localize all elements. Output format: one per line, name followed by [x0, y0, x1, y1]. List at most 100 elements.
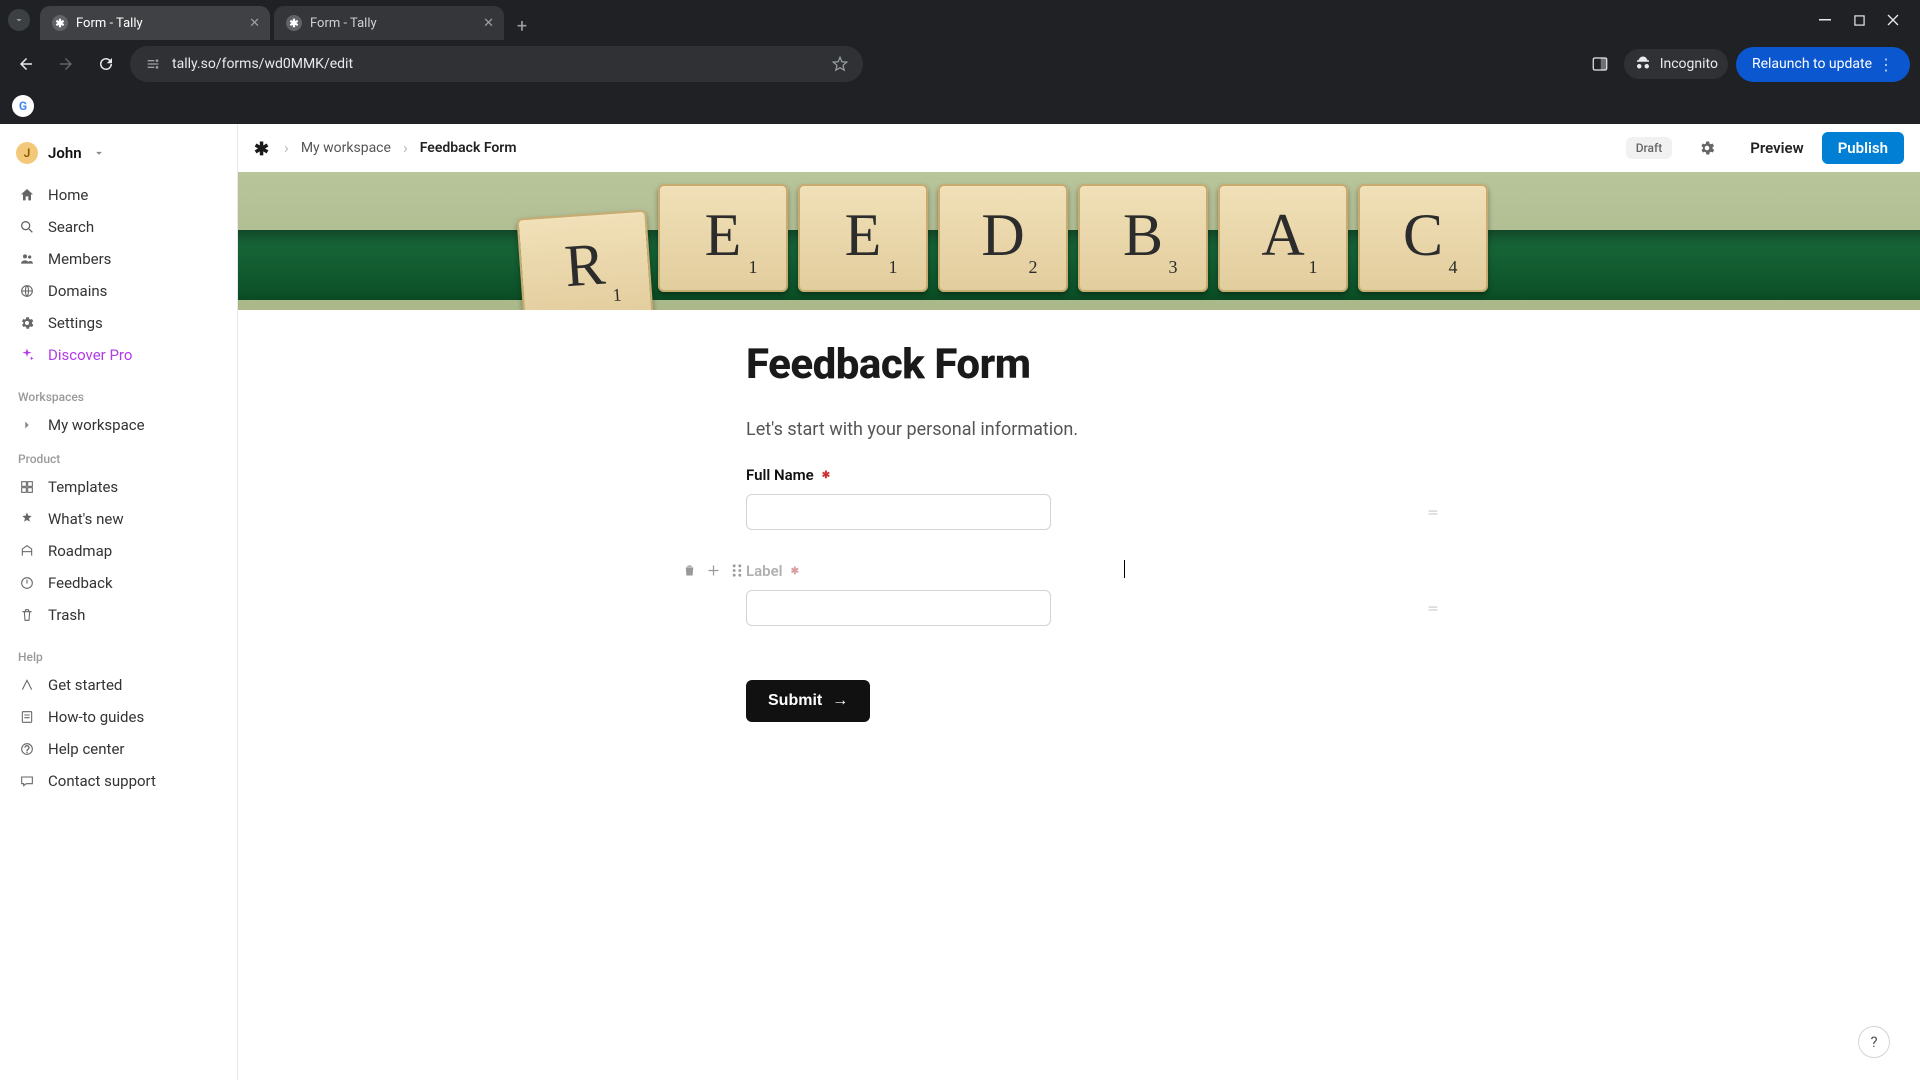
trash-icon	[18, 606, 36, 624]
tab-search-button[interactable]	[8, 9, 30, 31]
browser-tab[interactable]: ✱ Form - Tally ✕	[40, 6, 270, 40]
field-label[interactable]: Full Name ✱	[746, 466, 1446, 484]
resize-handle-icon[interactable]: ＝	[1427, 504, 1436, 521]
forward-button[interactable]	[50, 48, 82, 80]
sidebar-item-get-started[interactable]: Get started	[10, 670, 227, 700]
sidebar-item-members[interactable]: Members	[10, 244, 227, 274]
tab-title: Form - Tally	[76, 16, 241, 31]
delete-block-button[interactable]	[680, 561, 698, 579]
relaunch-button[interactable]: Relaunch to update ⋮	[1736, 47, 1910, 82]
submit-button[interactable]: Submit →	[746, 680, 870, 722]
members-icon	[18, 250, 36, 268]
chevron-down-icon	[92, 146, 106, 160]
sidebar-item-settings[interactable]: Settings	[10, 308, 227, 338]
arrow-right-icon: →	[832, 692, 848, 710]
templates-icon	[18, 478, 36, 496]
cover-image[interactable]: R1E1E1D2B3A1C4	[238, 172, 1920, 310]
sidebar-item-what-s-new[interactable]: What's new	[10, 504, 227, 534]
publish-button[interactable]: Publish	[1822, 132, 1904, 164]
bookmark-star-icon[interactable]	[831, 55, 849, 73]
workspace-item[interactable]: My workspace	[10, 410, 227, 440]
close-tab-button[interactable]: ✕	[249, 16, 260, 31]
relaunch-label: Relaunch to update	[1752, 56, 1872, 72]
chevron-right-icon	[18, 416, 36, 434]
relaunch-menu-icon[interactable]: ⋮	[1878, 55, 1894, 74]
url-text: tally.so/forms/wd0MMK/edit	[172, 56, 821, 72]
help-heading: Help	[10, 644, 227, 670]
helpcenter-icon	[18, 740, 36, 758]
tab-title: Form - Tally	[310, 16, 475, 31]
incognito-icon	[1634, 55, 1652, 73]
guides-icon	[18, 708, 36, 726]
close-window-button[interactable]	[1886, 13, 1900, 27]
scrabble-tile: E1	[658, 184, 788, 292]
sidebar-item-label: Templates	[48, 478, 118, 496]
home-icon	[18, 186, 36, 204]
full-name-input[interactable]	[746, 494, 1051, 530]
field-label-placeholder[interactable]: Label ✱	[746, 562, 1446, 580]
new-tab-button[interactable]: +	[508, 12, 536, 40]
sidebar-item-label: Settings	[48, 314, 103, 332]
tally-favicon: ✱	[286, 15, 302, 31]
sidebar-item-trash[interactable]: Trash	[10, 600, 227, 630]
text-cursor	[1124, 560, 1125, 578]
form-settings-button[interactable]	[1698, 139, 1716, 157]
browser-tab[interactable]: ✱ Form - Tally ✕	[274, 6, 504, 40]
tally-logo-icon[interactable]: ✱	[254, 139, 272, 157]
breadcrumb-separator-icon: ›	[403, 138, 408, 157]
draft-badge: Draft	[1626, 137, 1673, 159]
sidebar-item-label: Get started	[48, 676, 122, 694]
sidebar-item-search[interactable]: Search	[10, 212, 227, 242]
label-input[interactable]	[746, 590, 1051, 626]
add-block-button[interactable]	[704, 561, 722, 579]
resize-handle-icon[interactable]: ＝	[1427, 600, 1436, 617]
breadcrumb-separator-icon: ›	[284, 138, 289, 157]
sidebar-item-label: Home	[48, 186, 88, 204]
workspace-label: My workspace	[48, 416, 145, 434]
sidebar-item-label: Trash	[48, 606, 85, 624]
tally-favicon: ✱	[52, 15, 68, 31]
sidebar-item-home[interactable]: Home	[10, 180, 227, 210]
sidebar-item-label: Members	[48, 250, 111, 268]
form-title[interactable]: Feedback Form	[746, 340, 1446, 389]
sidebar-item-discover-pro[interactable]: Discover Pro	[10, 340, 227, 370]
scrabble-tile: C4	[1358, 184, 1488, 292]
url-bar[interactable]: tally.so/forms/wd0MMK/edit	[130, 46, 863, 82]
help-fab-button[interactable]: ?	[1858, 1026, 1890, 1058]
sidebar-item-label: What's new	[48, 510, 124, 528]
feedback-icon	[18, 574, 36, 592]
sidebar-item-domains[interactable]: Domains	[10, 276, 227, 306]
sidebar-item-how-to-guides[interactable]: How-to guides	[10, 702, 227, 732]
drag-handle-icon[interactable]	[728, 561, 746, 579]
domains-icon	[18, 282, 36, 300]
sidebar-item-roadmap[interactable]: Roadmap	[10, 536, 227, 566]
sidebar-item-label: Help center	[48, 740, 124, 758]
form-intro[interactable]: Let's start with your personal informati…	[746, 419, 1446, 440]
avatar: J	[16, 142, 38, 164]
close-tab-button[interactable]: ✕	[483, 16, 494, 31]
sidebar-item-label: Roadmap	[48, 542, 112, 560]
user-menu[interactable]: J John	[10, 138, 227, 168]
user-name: John	[48, 144, 82, 162]
side-panel-button[interactable]	[1584, 48, 1616, 80]
reload-button[interactable]	[90, 48, 122, 80]
roadmap-icon	[18, 542, 36, 560]
maximize-button[interactable]	[1852, 13, 1866, 27]
site-settings-icon[interactable]	[144, 55, 162, 73]
search-icon	[18, 218, 36, 236]
contact-icon	[18, 772, 36, 790]
sidebar-item-feedback[interactable]: Feedback	[10, 568, 227, 598]
scrabble-tile: A1	[1218, 184, 1348, 292]
breadcrumb-page[interactable]: Feedback Form	[420, 140, 517, 156]
breadcrumb-workspace[interactable]: My workspace	[301, 140, 391, 156]
whatsnew-icon	[18, 510, 36, 528]
bookmark-google[interactable]: G	[12, 95, 34, 117]
getstarted-icon	[18, 676, 36, 694]
preview-button[interactable]: Preview	[1742, 133, 1811, 163]
sidebar-item-help-center[interactable]: Help center	[10, 734, 227, 764]
back-button[interactable]	[10, 48, 42, 80]
minimize-button[interactable]	[1818, 13, 1832, 27]
sidebar-item-templates[interactable]: Templates	[10, 472, 227, 502]
sidebar-item-contact-support[interactable]: Contact support	[10, 766, 227, 796]
incognito-indicator[interactable]: Incognito	[1624, 49, 1728, 79]
